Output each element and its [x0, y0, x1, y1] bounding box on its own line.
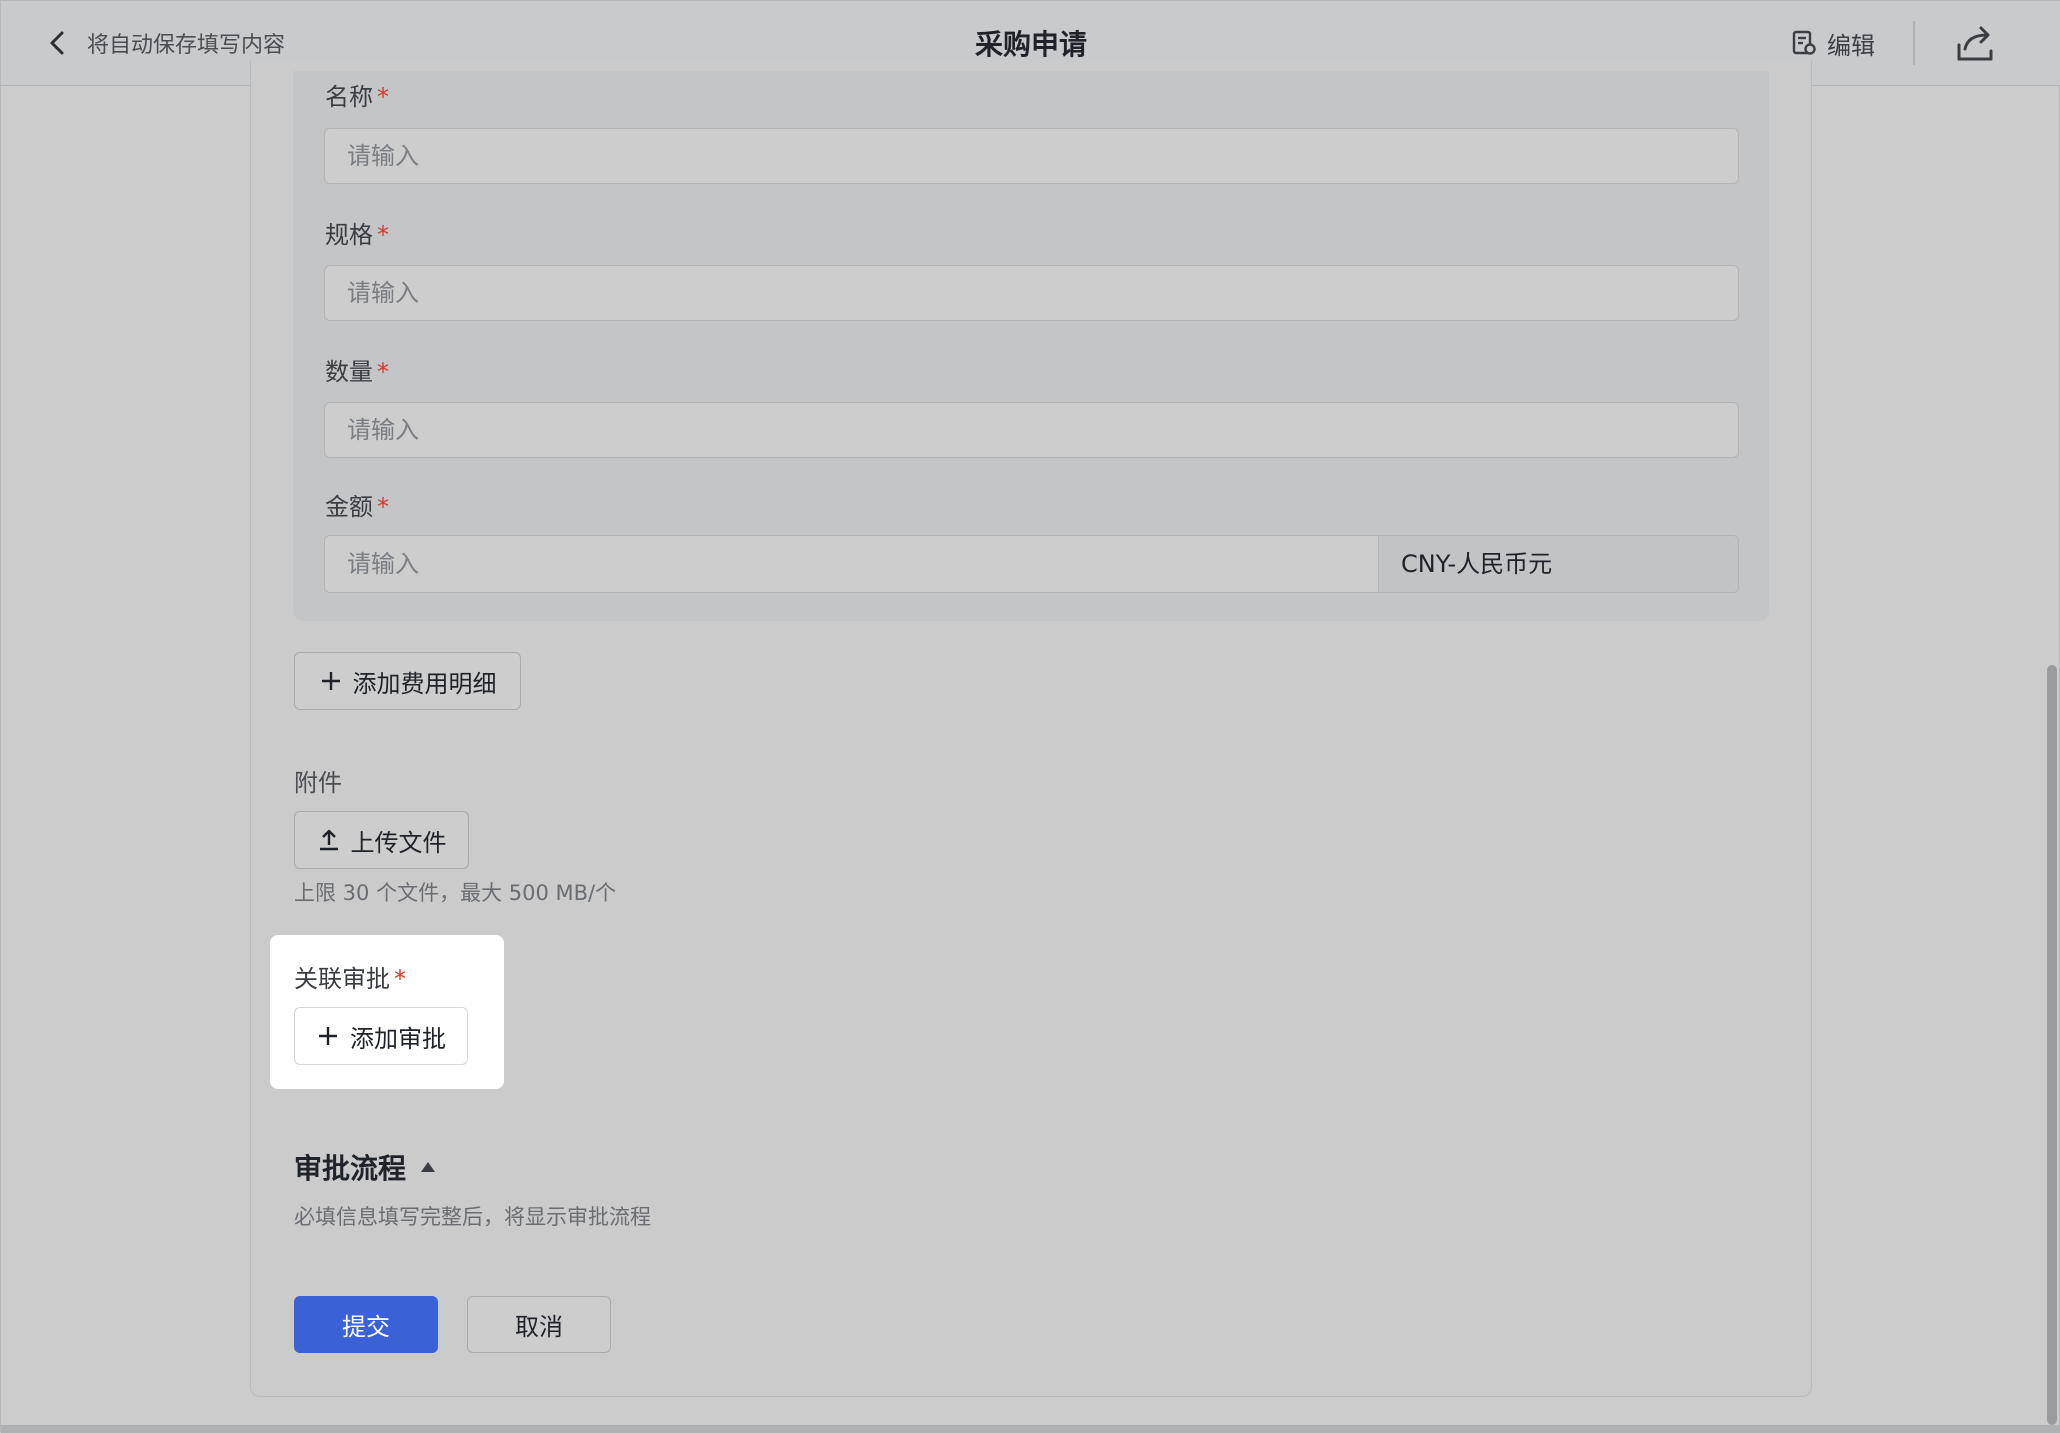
field-label-quantity: 数量 *	[325, 358, 389, 386]
amount-input[interactable]: 请输入	[325, 536, 1379, 592]
upload-file-button[interactable]: 上传文件	[294, 811, 469, 869]
add-expense-detail-label: 添加费用明细	[352, 669, 497, 698]
related-approval-label: 关联审批 *	[294, 965, 406, 993]
edit-label: 编辑	[1827, 31, 1875, 60]
edit-button[interactable]: 编辑	[1791, 23, 1875, 63]
upload-icon	[319, 829, 338, 851]
attachment-label: 附件	[294, 769, 342, 797]
spec-input[interactable]: 请输入	[324, 265, 1739, 321]
approval-flow-title: 审批流程	[294, 1152, 407, 1185]
approval-flow-toggle[interactable]: 审批流程	[294, 1147, 436, 1187]
name-input[interactable]: 请输入	[324, 128, 1739, 184]
add-approval-button[interactable]: 添加审批	[294, 1007, 468, 1065]
quantity-input[interactable]: 请输入	[324, 402, 1739, 458]
approval-flow-hint: 必填信息填写完整后，将显示审批流程	[294, 1205, 651, 1229]
add-expense-detail-button[interactable]: 添加费用明细	[294, 652, 521, 710]
share-button[interactable]	[1953, 23, 1997, 65]
toolbar-divider	[1913, 21, 1915, 65]
submit-button[interactable]: 提交	[294, 1296, 438, 1353]
upload-file-label: 上传文件	[350, 828, 447, 857]
page-title: 采购申请	[974, 28, 1087, 61]
plus-icon	[319, 1027, 337, 1045]
field-label-amount: 金额 *	[325, 493, 389, 521]
share-icon	[1957, 26, 1993, 61]
edit-form-icon	[1792, 30, 1816, 55]
caret-up-icon	[421, 1162, 436, 1172]
amount-field: 请输入 CNY-人民币元	[324, 535, 1739, 593]
attachment-hint: 上限 30 个文件，最大 500 MB/个	[294, 881, 617, 905]
currency-select[interactable]: CNY-人民币元	[1379, 536, 1738, 592]
field-label-spec: 规格 *	[325, 221, 389, 249]
scrollbar-thumb[interactable]	[2047, 665, 2057, 1425]
plus-icon	[321, 672, 340, 690]
cancel-button[interactable]: 取消	[467, 1296, 611, 1353]
related-approval-section: 关联审批 * 添加审批	[270, 935, 504, 1089]
app-window: 将自动保存填写内容 采购申请 编辑 名称 * 请输入 规格 * 请输入 数量 *…	[0, 0, 2060, 1433]
field-label-name: 名称 *	[325, 83, 389, 111]
add-approval-label: 添加审批	[350, 1024, 446, 1053]
